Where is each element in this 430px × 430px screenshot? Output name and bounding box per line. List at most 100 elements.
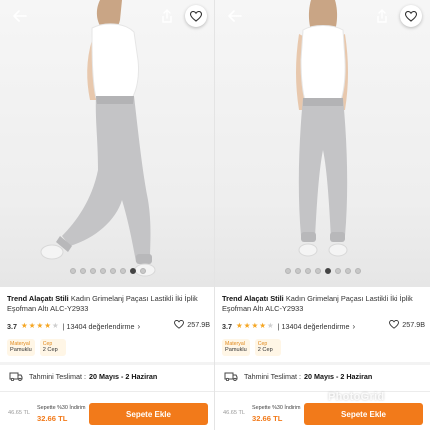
pager-dot[interactable] xyxy=(89,268,96,274)
product-panel-left: Trend Alaçatı Stili Kadın Grimelanj Paça… xyxy=(0,0,215,430)
image-pager[interactable] xyxy=(0,268,215,274)
share-button[interactable] xyxy=(372,6,392,26)
pager-dot[interactable] xyxy=(294,268,301,274)
campaign-text: Sepette %30 İndirim xyxy=(252,405,301,411)
section-divider xyxy=(0,362,215,365)
rating-value: 3.7 xyxy=(222,321,232,331)
pager-dot[interactable] xyxy=(314,268,321,274)
panel-divider xyxy=(214,0,215,430)
truck-icon xyxy=(224,372,238,381)
pager-dot[interactable] xyxy=(139,268,146,274)
rating-row[interactable]: 3.7 ★ ★ ★ ★ ★ | 13404 değerlendirme › 25… xyxy=(222,320,425,332)
star-icon: ★ xyxy=(36,321,44,330)
pager-dot-active[interactable] xyxy=(129,268,136,274)
model-side-illustration xyxy=(40,0,156,277)
back-button[interactable] xyxy=(225,6,245,26)
rating-stars: ★ ★ ★ ★ ★ xyxy=(21,322,59,330)
product-brand[interactable]: Trend Alaçatı Stili xyxy=(7,294,69,303)
likes-value: 257.9B xyxy=(187,320,210,329)
star-icon: ★ xyxy=(251,321,259,330)
pager-dot[interactable] xyxy=(109,268,116,274)
favorite-button[interactable] xyxy=(185,5,207,27)
section-divider xyxy=(215,391,430,392)
delivery-estimate: Tahmini Teslimat : 20 Mayıs - 2 Haziran xyxy=(9,370,209,382)
pager-dot-active[interactable] xyxy=(324,268,331,274)
add-to-cart-button[interactable]: Sepete Ekle xyxy=(304,403,423,425)
star-icon: ★ xyxy=(44,321,51,330)
chevron-right-icon: › xyxy=(352,321,356,331)
attribute-value: Pamuklu xyxy=(225,347,247,353)
attribute-value: 2 Cep xyxy=(42,347,58,353)
back-button[interactable] xyxy=(10,6,30,26)
attribute-chips: Materyal Pamuklu Cep 2 Cep xyxy=(222,339,281,356)
campaign-text: Sepette %30 İndirim xyxy=(37,405,86,411)
likes-count: 257.9B xyxy=(389,320,425,329)
product-photo-back[interactable] xyxy=(215,0,430,287)
attribute-value: 2 Cep xyxy=(257,347,273,353)
attribute-chips: Materyal Pamuklu Cep 2 Cep xyxy=(7,339,66,356)
star-icon: ★ xyxy=(243,321,251,330)
bottom-bar: 46.65 TL Sepette %30 İndirim 32.66 TL Se… xyxy=(215,396,430,430)
pager-dot[interactable] xyxy=(284,268,291,274)
pager-dot[interactable] xyxy=(354,268,361,274)
model-back-illustration xyxy=(296,0,348,257)
attribute-chip-material: Materyal Pamuklu xyxy=(222,339,250,356)
pager-dot[interactable] xyxy=(304,268,311,274)
photogrid-watermark: PhotoGrid xyxy=(328,391,385,403)
rating-value: 3.7 xyxy=(7,321,17,331)
heart-outline-icon xyxy=(389,320,400,329)
old-price: 46.65 TL xyxy=(8,410,30,416)
attribute-chip-material: Materyal Pamuklu xyxy=(7,339,35,356)
likes-count: 257.9B xyxy=(174,320,210,329)
star-icon: ★ xyxy=(259,321,266,330)
heart-icon xyxy=(190,10,202,22)
review-count[interactable]: | 13404 değerlendirme xyxy=(63,322,135,331)
star-icon: ★ xyxy=(266,321,274,330)
bottom-bar: 46.65 TL Sepette %30 İndirim 32.66 TL Se… xyxy=(0,396,215,430)
section-divider xyxy=(215,362,430,365)
share-icon xyxy=(377,9,387,23)
product-title: Trend Alaçatı Stili Kadın Grimelanj Paça… xyxy=(222,294,425,313)
likes-value: 257.9B xyxy=(402,320,425,329)
product-brand[interactable]: Trend Alaçatı Stili xyxy=(222,294,284,303)
truck-icon xyxy=(9,372,23,381)
old-price: 46.65 TL xyxy=(223,410,245,416)
star-icon: ★ xyxy=(28,321,36,330)
star-icon: ★ xyxy=(236,321,243,330)
star-icon: ★ xyxy=(51,321,59,330)
delivery-label: Tahmini Teslimat : xyxy=(244,371,301,381)
discounted-price: 32.66 TL xyxy=(252,414,283,423)
delivery-value: 20 Mayıs - 2 Haziran xyxy=(304,371,373,381)
pager-dot[interactable] xyxy=(99,268,106,274)
pager-dot[interactable] xyxy=(119,268,126,274)
arrow-left-icon xyxy=(228,10,242,22)
review-count[interactable]: | 13404 değerlendirme xyxy=(278,322,350,331)
pager-dot[interactable] xyxy=(69,268,76,274)
pager-dot[interactable] xyxy=(79,268,86,274)
delivery-value: 20 Mayıs - 2 Haziran xyxy=(89,371,158,381)
share-button[interactable] xyxy=(157,6,177,26)
image-pager[interactable] xyxy=(215,268,430,274)
attribute-chip-pocket: Cep 2 Cep xyxy=(39,339,66,356)
heart-icon xyxy=(405,10,417,22)
delivery-label: Tahmini Teslimat : xyxy=(29,371,86,381)
delivery-estimate: Tahmini Teslimat : 20 Mayıs - 2 Haziran xyxy=(224,370,424,382)
section-divider xyxy=(0,391,215,392)
product-panel-right: Trend Alaçatı Stili Kadın Grimelanj Paça… xyxy=(215,0,430,430)
pager-dot[interactable] xyxy=(334,268,341,274)
add-to-cart-button[interactable]: Sepete Ekle xyxy=(89,403,208,425)
arrow-left-icon xyxy=(13,10,27,22)
heart-outline-icon xyxy=(174,320,185,329)
product-title: Trend Alaçatı Stili Kadın Grimelanj Paça… xyxy=(7,294,210,313)
chevron-right-icon: › xyxy=(137,321,141,331)
share-icon xyxy=(162,9,172,23)
rating-row[interactable]: 3.7 ★ ★ ★ ★ ★ | 13404 değerlendirme › 25… xyxy=(7,320,210,332)
attribute-value: Pamuklu xyxy=(10,347,32,353)
rating-stars: ★ ★ ★ ★ ★ xyxy=(236,322,274,330)
favorite-button[interactable] xyxy=(400,5,422,27)
star-icon: ★ xyxy=(21,321,28,330)
pager-dot[interactable] xyxy=(344,268,351,274)
attribute-chip-pocket: Cep 2 Cep xyxy=(254,339,281,356)
discounted-price: 32.66 TL xyxy=(37,414,68,423)
product-photo-side[interactable] xyxy=(0,0,215,287)
